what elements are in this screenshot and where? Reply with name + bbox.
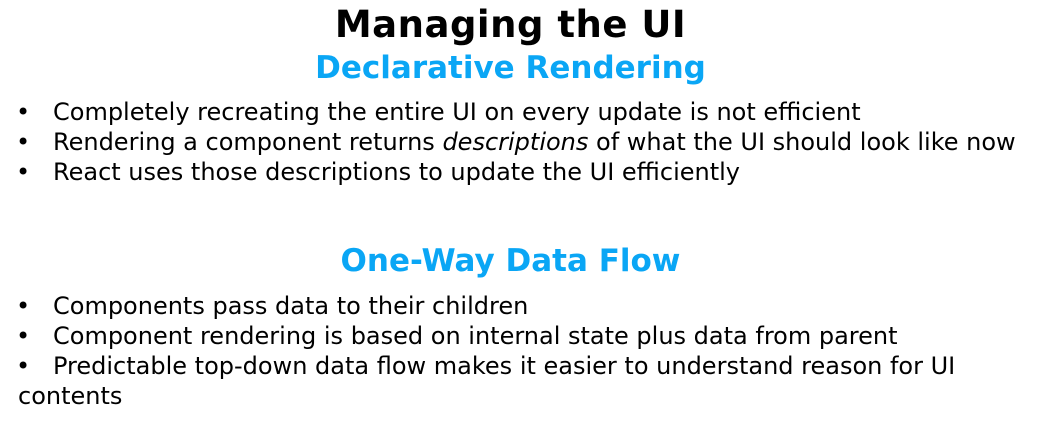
bullet-list-one-way-data-flow: • Components pass data to their children …: [16, 291, 1048, 411]
bullet-icon: •: [16, 322, 31, 350]
section-heading-declarative-rendering: Declarative Rendering: [315, 50, 706, 86]
bullet-item: • Completely recreating the entire UI on …: [16, 97, 1048, 127]
bullet-text: React uses those descriptions to update …: [53, 158, 740, 186]
bullet-item: • Components pass data to their children: [16, 291, 1048, 321]
bullet-icon: •: [16, 292, 31, 320]
bullet-item: • Component rendering is based on interna…: [16, 321, 1048, 351]
bullet-text-pre: Rendering a component returns: [53, 128, 443, 156]
bullet-icon: •: [16, 158, 31, 186]
bullet-text: Completely recreating the entire UI on e…: [53, 98, 861, 126]
bullet-text: Components pass data to their children: [53, 292, 529, 320]
slide-title: Managing the UI: [334, 3, 687, 46]
bullet-item: • Rendering a component returns descripti…: [16, 127, 1048, 157]
bullet-item: • React uses those descriptions to update…: [16, 157, 1048, 187]
bullet-text: Component rendering is based on internal…: [53, 322, 898, 350]
bullet-text: Predictable top-down data flow makes it …: [18, 352, 956, 410]
bullet-icon: •: [16, 352, 31, 380]
bullet-list-declarative-rendering: • Completely recreating the entire UI on …: [16, 97, 1048, 187]
bullet-text-emphasis: descriptions: [442, 128, 589, 156]
bullet-icon: •: [16, 128, 31, 156]
section-heading-one-way-data-flow: One-Way Data Flow: [340, 243, 681, 279]
bullet-item: • Predictable top-down data flow makes it…: [16, 351, 1048, 411]
slide: Managing the UI Declarative Rendering • C…: [0, 0, 1057, 425]
bullet-text-post: of what the UI should look like now: [588, 128, 1016, 156]
bullet-icon: •: [16, 98, 31, 126]
